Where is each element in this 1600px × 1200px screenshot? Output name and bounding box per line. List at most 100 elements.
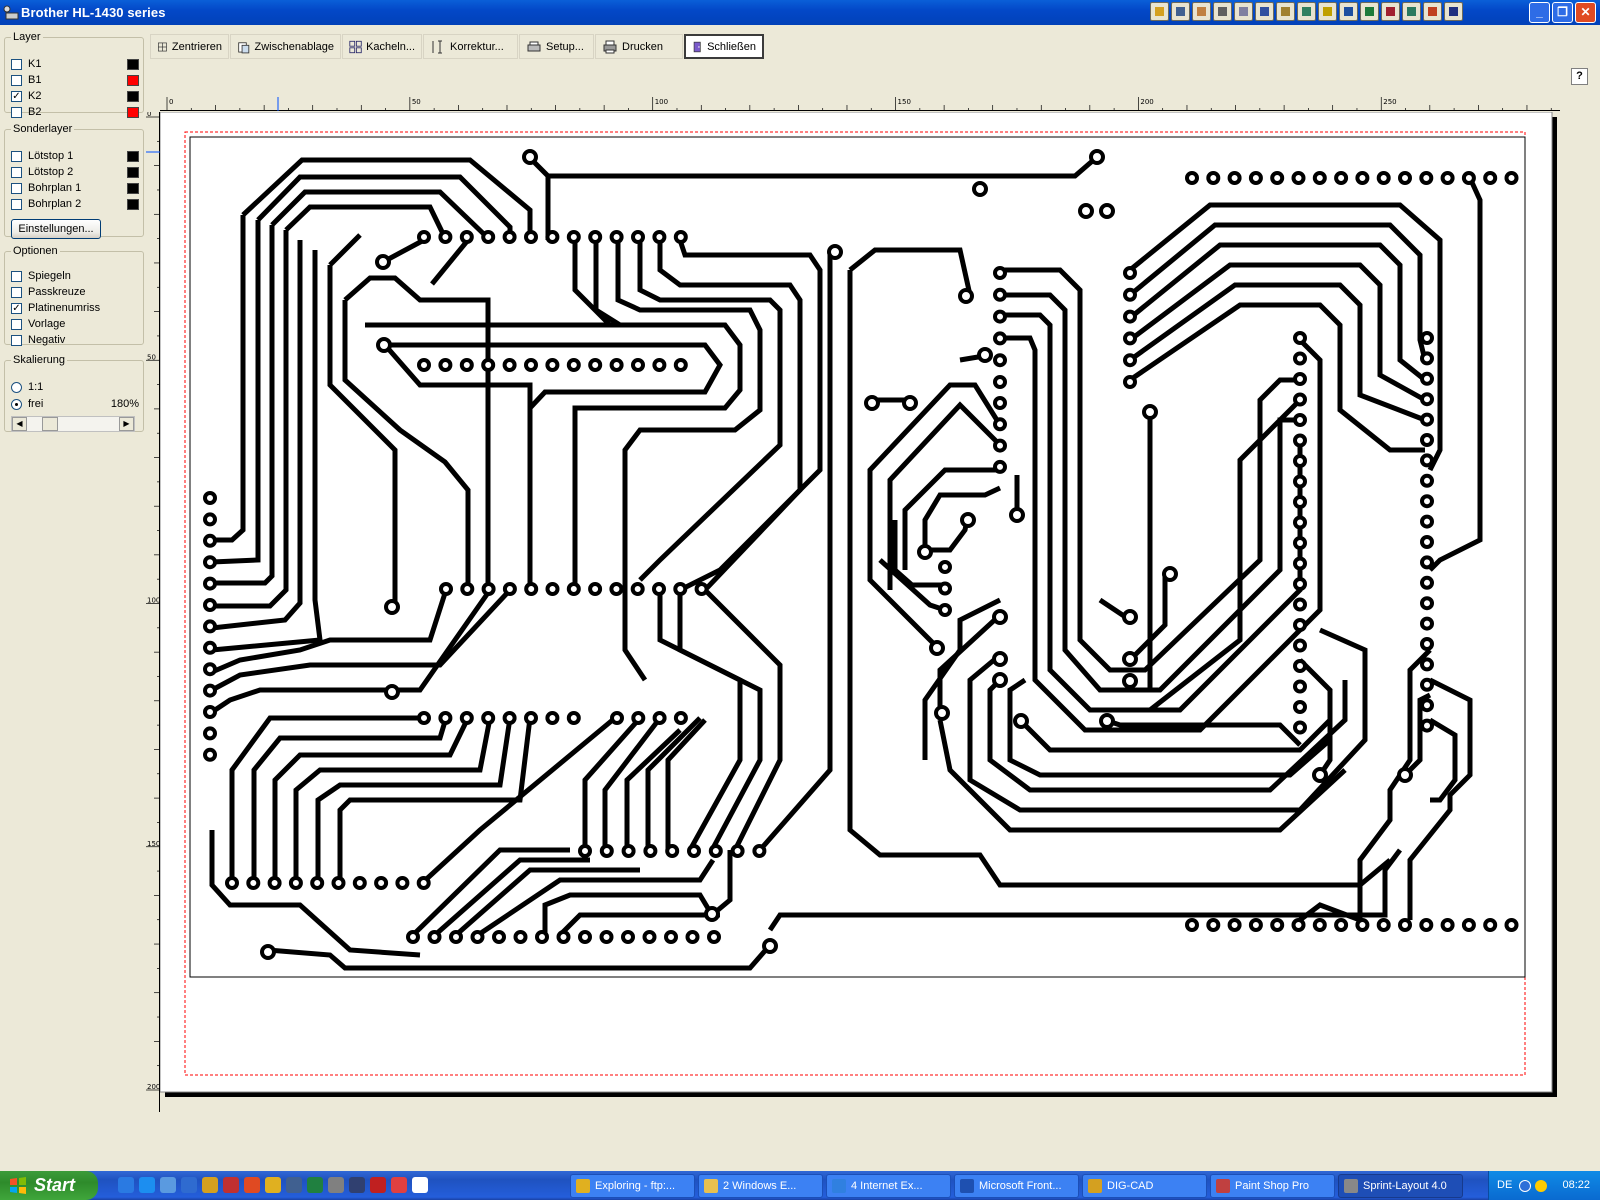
language-indicator[interactable]: DE — [1497, 1179, 1512, 1191]
sonderlayer-color-swatch-2[interactable] — [127, 182, 139, 194]
optionen-checkbox-0[interactable] — [11, 270, 22, 282]
layer-item-0[interactable]: K1 — [11, 57, 139, 71]
schliessen-button[interactable]: Schließen — [684, 34, 764, 59]
layer-item-3[interactable]: B2 — [11, 105, 139, 119]
quick-launch-icon-5[interactable] — [223, 1177, 239, 1193]
maximize-button[interactable]: ❐ — [1552, 2, 1573, 23]
layer-checkbox-0[interactable] — [11, 58, 22, 70]
layer-color-swatch-0[interactable] — [127, 58, 139, 70]
publisher-icon[interactable] — [1402, 2, 1421, 21]
zwischenablage-button[interactable]: Zwischenablage — [230, 34, 341, 59]
optionen-checkbox-3[interactable] — [11, 318, 22, 330]
scale-scroll-thumb[interactable] — [42, 417, 58, 431]
sonderlayer-item-0[interactable]: Lötstop 1 — [11, 149, 139, 163]
optionen-checkbox-2[interactable] — [11, 302, 22, 314]
sonderlayer-item-3[interactable]: Bohrplan 2 — [11, 197, 139, 211]
quick-launch-icon-1[interactable] — [139, 1177, 155, 1193]
optionen-checkbox-4[interactable] — [11, 334, 22, 346]
sonderlayer-color-swatch-3[interactable] — [127, 198, 139, 210]
quick-launch-icon-10[interactable] — [328, 1177, 344, 1193]
optionen-item-4[interactable]: Negativ — [11, 333, 139, 347]
solder-pad — [395, 876, 410, 890]
quick-launch-icon-6[interactable] — [244, 1177, 260, 1193]
quick-launch-icon-13[interactable] — [391, 1177, 407, 1193]
powerpoint-icon[interactable] — [1423, 2, 1442, 21]
optionen-checkbox-1[interactable] — [11, 286, 22, 298]
sonderlayer-item-1[interactable]: Lötstop 2 — [11, 165, 139, 179]
kacheln-button[interactable]: Kacheln... — [342, 34, 422, 59]
scroll-right-arrow-icon[interactable]: ▶ — [119, 417, 134, 431]
minimize-button[interactable]: _ — [1529, 2, 1550, 23]
sonderlayer-item-2[interactable]: Bohrplan 1 — [11, 181, 139, 195]
korrektur-button[interactable]: Korrektur... — [423, 34, 518, 59]
layer-checkbox-3[interactable] — [11, 106, 22, 118]
sonderlayer-checkbox-3[interactable] — [11, 198, 22, 210]
tray-volume-icon[interactable] — [1535, 1180, 1547, 1192]
taskbar-button-3[interactable]: Microsoft Front... — [954, 1174, 1079, 1198]
layer-color-swatch-2[interactable] — [127, 90, 139, 102]
close-button[interactable]: ✕ — [1575, 2, 1596, 23]
contact-icon[interactable] — [1297, 2, 1316, 21]
scale-option-1-1[interactable]: 1:1 — [11, 380, 139, 394]
quick-launch-icon-12[interactable] — [370, 1177, 386, 1193]
start-button[interactable]: Start — [0, 1171, 98, 1200]
drucken-button[interactable]: Drucken — [595, 34, 683, 59]
quick-launch-icon-7[interactable] — [265, 1177, 281, 1193]
outlook-icon[interactable] — [1150, 2, 1169, 21]
clipboard-icon[interactable] — [1192, 2, 1211, 21]
einstellungen-button[interactable]: Einstellungen... — [11, 219, 101, 239]
layer-checkbox-2[interactable] — [11, 90, 22, 102]
scroll-left-arrow-icon[interactable]: ◀ — [12, 417, 27, 431]
quick-launch-icon-2[interactable] — [160, 1177, 176, 1193]
optionen-item-1[interactable]: Passkreuze — [11, 285, 139, 299]
taskbar-button-1[interactable]: 2 Windows E... — [698, 1174, 823, 1198]
layer-checkbox-1[interactable] — [11, 74, 22, 86]
scale-scrollbar[interactable]: ◀ ▶ — [11, 416, 135, 432]
window-icon[interactable] — [1234, 2, 1253, 21]
word-icon[interactable] — [1339, 2, 1358, 21]
taskbar-button-5[interactable]: Paint Shop Pro — [1210, 1174, 1335, 1198]
scale-radio-frei[interactable] — [11, 398, 22, 410]
card-icon[interactable] — [1276, 2, 1295, 21]
ruler-left-label: 100 — [147, 597, 160, 605]
sonderlayer-checkbox-0[interactable] — [11, 150, 22, 162]
tray-network-icon[interactable] — [1519, 1180, 1531, 1192]
sonderlayer-color-swatch-0[interactable] — [127, 150, 139, 162]
help-button[interactable]: ? — [1571, 68, 1588, 85]
quick-launch-icon-8[interactable] — [286, 1177, 302, 1193]
taskbar-button-0[interactable]: Exploring - ftp:... — [570, 1174, 695, 1198]
app-icon[interactable] — [1444, 2, 1463, 21]
quick-launch-icon-3[interactable] — [181, 1177, 197, 1193]
quick-launch-icon-14[interactable] — [412, 1177, 428, 1193]
optionen-item-0[interactable]: Spiegeln — [11, 269, 139, 283]
optionen-item-3[interactable]: Vorlage — [11, 317, 139, 331]
zentrieren-button[interactable]: Zentrieren — [150, 34, 229, 59]
quick-launch-icon-0[interactable] — [118, 1177, 134, 1193]
excel-icon[interactable] — [1360, 2, 1379, 21]
quick-launch-icon-11[interactable] — [349, 1177, 365, 1193]
folder-icon[interactable] — [1171, 2, 1190, 21]
quick-launch-icon-9[interactable] — [307, 1177, 323, 1193]
scale-option-frei[interactable]: frei 180% — [11, 397, 139, 411]
setup-button[interactable]: Setup... — [519, 34, 594, 59]
note-icon[interactable] — [1318, 2, 1337, 21]
layer-item-2[interactable]: K2 — [11, 89, 139, 103]
sonderlayer-color-swatch-1[interactable] — [127, 166, 139, 178]
solder-pad — [1293, 454, 1307, 468]
calendar-icon[interactable] — [1255, 2, 1274, 21]
sonderlayer-checkbox-1[interactable] — [11, 166, 22, 178]
layer-color-swatch-3[interactable] — [127, 106, 139, 118]
taskbar-button-4[interactable]: DIG-CAD — [1082, 1174, 1207, 1198]
solder-pad — [1504, 918, 1519, 932]
taskbar-button-2[interactable]: 4 Internet Ex... — [826, 1174, 951, 1198]
task-app-icon — [1344, 1179, 1358, 1193]
quick-launch-icon-4[interactable] — [202, 1177, 218, 1193]
scale-radio-1-1[interactable] — [11, 381, 22, 393]
access-icon[interactable] — [1381, 2, 1400, 21]
layer-item-1[interactable]: B1 — [11, 73, 139, 87]
optionen-item-2[interactable]: Platinenumriss — [11, 301, 139, 315]
sonderlayer-checkbox-2[interactable] — [11, 182, 22, 194]
mail-icon[interactable] — [1213, 2, 1232, 21]
layer-color-swatch-1[interactable] — [127, 74, 139, 86]
taskbar-button-6[interactable]: Sprint-Layout 4.0 — [1338, 1174, 1463, 1198]
